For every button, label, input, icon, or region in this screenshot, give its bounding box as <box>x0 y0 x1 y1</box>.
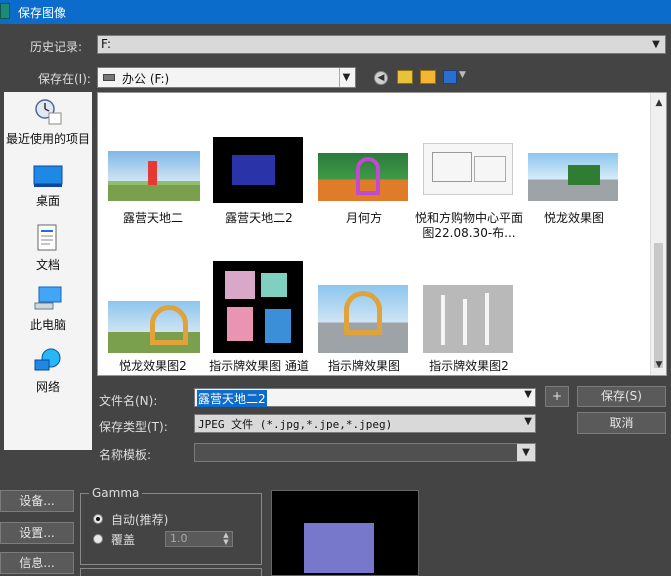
template-label: 名称模板: <box>99 448 152 462</box>
cancel-button[interactable]: 取消 <box>577 412 666 434</box>
place-documents[interactable]: 文档 <box>4 224 92 273</box>
recent-icon <box>35 99 62 125</box>
chevron-down-icon[interactable]: ▼ <box>649 36 663 53</box>
gamma-auto-label: 自动(推荐) <box>111 513 169 527</box>
file-name[interactable]: 指示牌效果图 通道 <box>204 359 314 374</box>
scroll-down-icon[interactable]: ▼ <box>651 357 667 373</box>
network-icon <box>34 348 61 371</box>
file-name[interactable]: 指示牌效果图 <box>309 359 419 374</box>
new-folder-icon[interactable] <box>420 70 436 84</box>
place-label: 网络 <box>35 380 60 394</box>
up-folder-icon[interactable] <box>397 70 413 84</box>
place-computer[interactable]: 此电脑 <box>4 286 92 333</box>
place-label: 文档 <box>35 258 60 272</box>
filename-value: 露营天地二2 <box>197 390 267 407</box>
gamma-auto-radio[interactable] <box>93 514 103 524</box>
chevron-down-icon[interactable]: ▼ <box>517 444 535 461</box>
file-name[interactable]: 露营天地二2 <box>204 211 314 226</box>
save-type-value: JPEG 文件 (*.jpg,*.jpe,*.jpeg) <box>198 418 393 431</box>
computer-icon <box>34 286 62 310</box>
scroll-thumb[interactable] <box>654 243 663 368</box>
view-menu-icon[interactable] <box>443 70 457 84</box>
save-button[interactable]: 保存(S) <box>577 386 666 407</box>
image-preview <box>271 490 419 576</box>
file-name[interactable]: 悦和方购物中心平面图22.08.30-布... <box>414 211 524 241</box>
file-thumbnail[interactable] <box>423 285 513 353</box>
file-thumbnail[interactable] <box>318 153 408 201</box>
places-sidebar: 最近使用的项目 桌面 文档 此电脑 网络 <box>4 92 92 450</box>
place-desktop[interactable]: 桌面 <box>4 164 92 209</box>
save-in-combo[interactable]: 办公 (F:) ▼ <box>97 67 356 88</box>
file-name[interactable]: 悦龙效果图2 <box>98 359 208 374</box>
file-thumbnail[interactable] <box>213 261 303 353</box>
title-bar: 保存图像 <box>0 0 671 24</box>
file-thumbnail[interactable] <box>318 285 408 353</box>
file-name[interactable]: 露营天地二 <box>98 211 208 226</box>
back-icon[interactable]: ◀ <box>374 71 388 85</box>
drive-icon <box>103 74 115 81</box>
file-list[interactable]: 露营天地二 露营天地二2 月何方 悦和方购物中心平面图22.08.30-布...… <box>97 92 667 376</box>
spinner-icon[interactable]: ▲ ▼ <box>221 532 231 546</box>
gamma-override-label: 覆盖 <box>111 533 136 547</box>
desktop-icon <box>33 165 63 187</box>
file-thumbnail[interactable] <box>108 151 200 201</box>
gamma-override-radio[interactable] <box>93 534 103 544</box>
history-combo[interactable]: F: ▼ <box>97 35 666 54</box>
file-name[interactable]: 指示牌效果图2 <box>414 359 524 374</box>
place-network[interactable]: 网络 <box>4 348 92 395</box>
window-title: 保存图像 <box>18 6 67 20</box>
gamma-override-value: 1.0 <box>170 532 188 545</box>
file-thumbnail[interactable] <box>108 301 200 353</box>
setup-button[interactable]: 设备... <box>0 490 74 512</box>
options-group <box>80 568 262 576</box>
chevron-down-icon[interactable]: ▼ <box>459 70 466 80</box>
save-in-label: 保存在(I): <box>38 72 91 86</box>
place-label: 最近使用的项目 <box>5 132 90 146</box>
app-icon <box>0 3 10 19</box>
place-recent[interactable]: 最近使用的项目 <box>4 98 92 147</box>
history-label: 历史记录: <box>30 40 83 54</box>
save-type-label: 保存类型(T): <box>99 420 168 434</box>
file-thumbnail[interactable] <box>213 137 303 203</box>
template-select[interactable]: ▼ <box>194 443 536 462</box>
file-name[interactable]: 悦龙效果图 <box>519 211 629 226</box>
vertical-scrollbar[interactable]: ▲ ▼ <box>650 93 666 375</box>
gamma-group: Gamma 自动(推荐) 覆盖 1.0 ▲ ▼ <box>80 486 262 565</box>
documents-icon <box>37 224 57 251</box>
save-in-value: 办公 (F:) <box>122 72 170 86</box>
place-label: 桌面 <box>35 194 60 208</box>
chevron-down-icon[interactable]: ▼ <box>524 389 532 400</box>
chevron-down-icon[interactable]: ▼ <box>524 416 532 427</box>
chevron-down-icon[interactable]: ▼ <box>339 68 353 87</box>
filename-input[interactable]: 露营天地二2 ▼ <box>194 388 536 407</box>
file-thumbnail[interactable] <box>528 153 618 201</box>
gamma-override-input[interactable]: 1.0 ▲ ▼ <box>165 531 233 547</box>
scroll-up-icon[interactable]: ▲ <box>651 95 667 111</box>
add-button[interactable]: + <box>545 386 569 407</box>
settings-button[interactable]: 设置... <box>0 522 74 544</box>
gamma-title: Gamma <box>89 486 143 500</box>
file-thumbnail[interactable] <box>423 143 513 195</box>
info-button[interactable]: 信息... <box>0 552 74 574</box>
filename-label: 文件名(N): <box>99 394 158 408</box>
save-type-select[interactable]: JPEG 文件 (*.jpg,*.jpe,*.jpeg) ▼ <box>194 414 536 433</box>
preview-rect <box>304 523 374 573</box>
history-value: F: <box>101 37 112 51</box>
place-label: 此电脑 <box>29 318 66 332</box>
file-name[interactable]: 月何方 <box>309 211 419 226</box>
